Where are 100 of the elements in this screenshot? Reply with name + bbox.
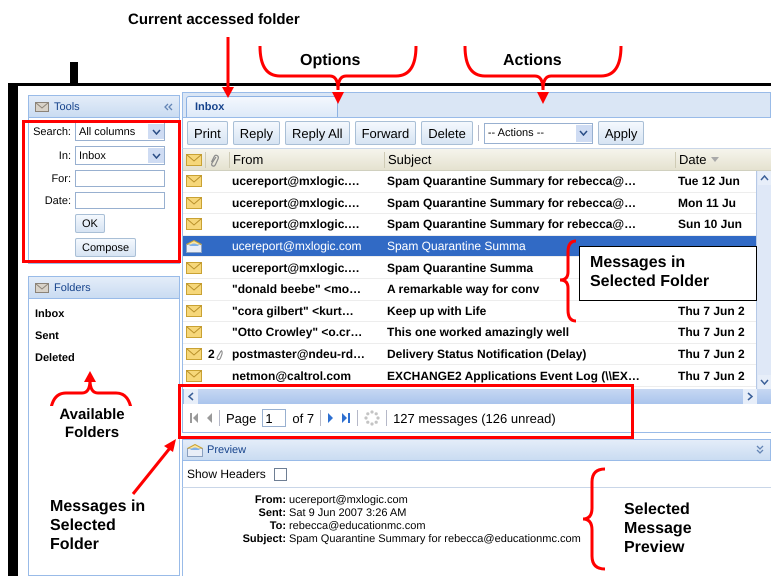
attachment-count: 2 (208, 347, 215, 362)
sender-cell-text: ucereport@mxlogic.… (231, 217, 360, 232)
envelope-icon (186, 218, 202, 230)
column-title: Subject (388, 152, 432, 167)
subject-cell-text: Delivery Status Notification (Delay) (386, 347, 586, 362)
sender-cell-text: netmon@caltrol.com (231, 368, 352, 383)
last-page-icon[interactable] (341, 412, 352, 424)
toolbar-button[interactable]: Reply All (284, 121, 350, 145)
header-label: From: (254, 494, 286, 506)
folder-item[interactable]: Inbox (35, 308, 173, 320)
header-value: Sat 9 Jun 2007 3:26 AM (289, 507, 408, 519)
toolbar-button[interactable]: Apply (598, 121, 644, 145)
form-button[interactable]: OK (75, 214, 105, 233)
panel-title: Folders (54, 282, 91, 294)
folder-item[interactable]: Sent (35, 330, 173, 342)
column-title: Date (679, 152, 706, 167)
page-label: Page (226, 410, 256, 426)
folder-item[interactable]: Deleted (35, 352, 173, 364)
date-cell-text: Sun 10 Jun (677, 217, 742, 232)
sender-cell-text: "donald beebe" <mo… (231, 282, 362, 296)
envelope-icon (186, 196, 202, 209)
horizontal-scrollbar[interactable] (183, 389, 771, 404)
sender-cell-text: ucereport@mxlogic.… (231, 260, 360, 275)
message-row[interactable]: netmon@caltrol.com EXCHANGE2 Applications Event Log (\\EX… Thu 7 Jun 2 (183, 365, 756, 387)
field-label: In: (58, 150, 71, 162)
page-count: of 7 (292, 410, 314, 426)
toolbar-button[interactable]: Print (187, 121, 228, 145)
annotation-label: Options (300, 51, 360, 70)
column-header[interactable]: From (229, 152, 384, 168)
paperclip-icon (214, 348, 223, 360)
date-cell-text: Tue 12 Jun (677, 174, 740, 188)
refresh-icon (364, 410, 380, 426)
envelope-icon (186, 283, 202, 296)
field-label: Search: (32, 126, 71, 138)
sender-cell-text: "cora gilbert" <kurt… (231, 304, 354, 318)
envelope-icon (186, 154, 202, 166)
subject-cell-text: Spam Quarantine Summa (386, 239, 526, 254)
header-value: rebecca@educationmc.com (289, 520, 427, 532)
date-cell-text: Mon 11 Ju (677, 196, 736, 210)
sender-cell-text: postmaster@ndeu-rd… (231, 347, 366, 362)
first-page-icon (189, 412, 199, 424)
page-number-field[interactable]: 1 (262, 409, 286, 427)
next-page-icon[interactable] (327, 412, 336, 424)
tab[interactable]: Inbox (186, 96, 338, 117)
field-label: Date: (44, 194, 71, 206)
expand-icon[interactable] (756, 445, 764, 455)
toolbar-button[interactable]: Forward (354, 121, 416, 145)
envelope-icon (186, 304, 202, 317)
header-value: Spam Quarantine Summary for rebecca@educationmc.com (289, 533, 581, 545)
dropdown[interactable]: All columns (75, 122, 165, 141)
message-row[interactable]: 2 postmaster@ndeu-rd… Delivery Status Notification (Delay) Thu 7 Jun 2 (183, 344, 756, 366)
checkbox[interactable] (274, 468, 287, 480)
actions-dropdown[interactable]: -- Actions -- (484, 122, 593, 144)
dropdown[interactable]: Inbox (75, 146, 165, 165)
form-button[interactable]: Compose (75, 238, 136, 257)
subject-cell-text: This one worked amazingly well (386, 325, 570, 340)
message-row[interactable]: "Otto Crowley" <o.cr… This one worked amazingly well Thu 7 Jun 2 (183, 322, 756, 344)
toolbar-button[interactable]: Reply (232, 121, 280, 145)
envelope-icon (35, 282, 49, 292)
subject-cell-text: Spam Quarantine Summa (386, 260, 534, 275)
sender-cell-text: ucereport@mxlogic.… (231, 196, 360, 210)
column-header[interactable]: Subject (384, 152, 675, 168)
annotation-label: Current accessed folder (128, 11, 300, 29)
envelope-icon (187, 444, 203, 456)
previous-page-icon (205, 412, 213, 424)
scroll-right-icon (743, 389, 757, 404)
vertical-scrollbar[interactable] (756, 171, 771, 389)
header-label: Subject: (242, 533, 286, 545)
annotation-label: Messages in Selected Folder (50, 497, 146, 555)
scroll-down-icon (758, 375, 770, 389)
envelope-icon (186, 326, 202, 338)
scroll-left-icon (184, 389, 198, 404)
message-row[interactable]: ucereport@mxlogic.… Spam Quarantine Summary for rebecca@… Mon 11 Ju (183, 192, 756, 214)
envelope-icon (186, 240, 202, 253)
subject-cell-text: EXCHANGE2 Applications Event Log (\\EX… (386, 368, 640, 383)
panel-title: Tools (54, 100, 80, 112)
sender-cell-text: ucereport@mxlogic.com (231, 239, 362, 254)
callout-tooltip: Messages in Selected Folder (579, 246, 757, 301)
header-label: Sent: (258, 507, 286, 519)
field-label: For: (50, 172, 71, 184)
arrow (222, 37, 234, 98)
input-field[interactable] (75, 170, 165, 187)
envelope-icon (186, 175, 202, 188)
message-row[interactable]: ucereport@mxlogic.… Spam Quarantine Summary for rebecca@… Tue 12 Jun (183, 171, 756, 193)
date-cell-text: Thu 7 Jun 2 (677, 368, 745, 383)
column-header[interactable]: Date (675, 152, 771, 168)
input-field[interactable] (75, 192, 165, 209)
checkbox-label: Show Headers (187, 467, 266, 481)
toolbar-button[interactable]: Delete (421, 121, 473, 145)
envelope-icon (186, 370, 202, 382)
scroll-up-icon (758, 171, 770, 185)
message-count: 127 messages (126 unread) (393, 410, 556, 426)
arrow (132, 439, 176, 495)
subject-cell-text: A remarkable way for conv (386, 282, 540, 296)
sort-arrow-icon (711, 157, 720, 162)
sender-cell-text: "Otto Crowley" <o.cr… (231, 325, 362, 340)
annotation-label: Selected Message Preview (624, 500, 693, 558)
date-cell-text: Thu 7 Jun 2 (677, 304, 745, 318)
collapse-icon[interactable] (163, 102, 173, 110)
subject-cell-text: Spam Quarantine Summary for rebecca@… (386, 196, 636, 210)
